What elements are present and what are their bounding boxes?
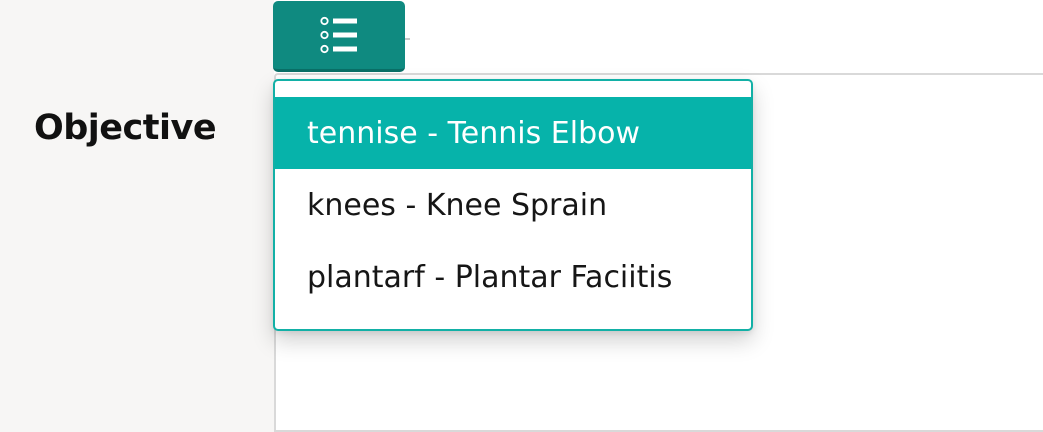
objective-label: Objective xyxy=(34,108,217,148)
dropdown-item-tennise[interactable]: tennise - Tennis Elbow xyxy=(275,97,751,169)
insert-list-button[interactable] xyxy=(273,1,405,72)
dropdown-item-plantarf[interactable]: plantarf - Plantar Faciitis xyxy=(275,241,751,313)
left-label-panel xyxy=(0,0,274,432)
dropdown-item-knees[interactable]: knees - Knee Sprain xyxy=(275,169,751,241)
snippet-dropdown: tennise - Tennis Elbow knees - Knee Spra… xyxy=(273,79,753,331)
bulleted-list-icon xyxy=(320,16,357,54)
